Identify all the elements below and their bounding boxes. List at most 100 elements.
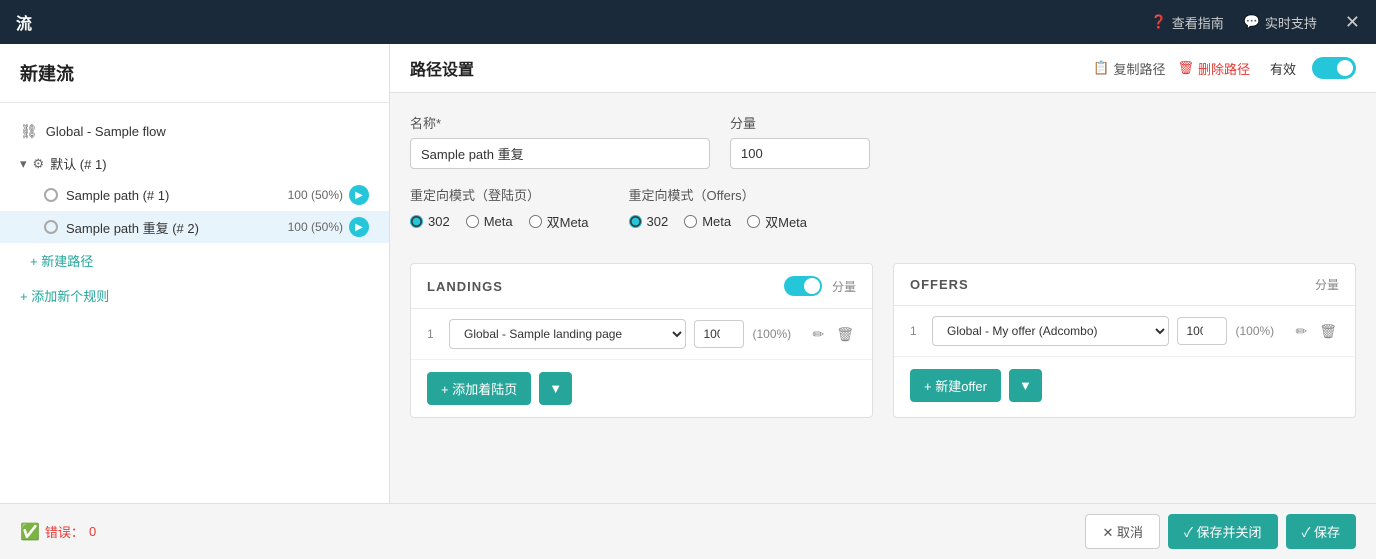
offers-delete-btn-1[interactable]: 🗑 — [1317, 321, 1339, 342]
offers-edit-btn-1[interactable]: ✏ — [1293, 321, 1309, 342]
save-close-button[interactable]: ✓ 保存并关闭 — [1168, 514, 1278, 549]
navbar: 流 ❓ 查看指南 💬 实时支持 ✕ — [0, 0, 1376, 44]
landings-delete-btn-1[interactable]: 🗑 — [834, 324, 856, 345]
delete-icon: 🗑 — [1177, 60, 1194, 76]
redirect-offers-title: 重定向模式（Offers） — [629, 185, 808, 204]
error-number: 0 — [89, 524, 96, 539]
form-top-row: 名称* 分量 — [410, 113, 1356, 169]
path-name-2: Sample path 重复 (# 2) — [66, 218, 288, 237]
offers-title: OFFERS — [910, 277, 1305, 292]
bottom-bar: ✅ 错误： 0 ✕ 取消 ✓ 保存并关闭 ✓ 保存 — [0, 503, 1376, 559]
sidebar: 新建流 ⛓ Global - Sample flow ▾ ⚙ 默认 (# 1) … — [0, 44, 390, 503]
rule-label: 默认 (# 1) — [50, 154, 106, 173]
content-header: 路径设置 📋 复制路径 🗑 删除路径 有效 — [390, 44, 1376, 93]
content: 路径设置 📋 复制路径 🗑 删除路径 有效 名称* — [390, 44, 1376, 503]
landings-panel: LANDINGS 分量 1 Global - Sample landing pa… — [410, 263, 873, 418]
panels-row: LANDINGS 分量 1 Global - Sample landing pa… — [410, 263, 1356, 418]
error-count: ✅ 错误： 0 — [20, 522, 1085, 542]
path-percent-2: 100 (50%) — [288, 220, 343, 234]
redirect-offers-doublemeta[interactable]: 双Meta — [747, 212, 807, 231]
redirect-pair: 重定向模式（登陆页） 302 Meta 双Meta 重 — [410, 185, 1356, 247]
close-button[interactable]: ✕ — [1345, 12, 1360, 33]
save-button[interactable]: ✓ 保存 — [1286, 514, 1357, 549]
add-offer-dropdown-icon: ▼ — [1019, 378, 1032, 393]
help-label: 查看指南 — [1172, 13, 1224, 32]
landings-row-num-1: 1 — [427, 327, 441, 341]
landings-title: LANDINGS — [427, 279, 774, 294]
play-btn-1[interactable]: ▶ — [349, 185, 369, 205]
main-layout: 新建流 ⛓ Global - Sample flow ▾ ⚙ 默认 (# 1) … — [0, 44, 1376, 503]
navbar-title: 流 — [16, 10, 1151, 34]
support-icon: 💬 — [1244, 14, 1260, 30]
weight-form-group: 分量 — [730, 113, 870, 169]
valid-label: 有效 — [1270, 59, 1296, 78]
path-item-2[interactable]: Sample path 重复 (# 2) 100 (50%) ▶ — [0, 211, 389, 243]
flow-item: ⛓ Global - Sample flow — [0, 115, 389, 148]
redirect-landing-title: 重定向模式（登陆页） — [410, 185, 589, 204]
support-label: 实时支持 — [1265, 13, 1317, 32]
redirect-landing-302[interactable]: 302 — [410, 214, 450, 229]
radio-1 — [44, 188, 58, 202]
weight-label: 分量 — [730, 113, 870, 132]
copy-path-button[interactable]: 📋 复制路径 — [1093, 59, 1165, 78]
offers-weight-1[interactable] — [1177, 317, 1227, 345]
radio-2 — [44, 220, 58, 234]
copy-icon: 📋 — [1093, 60, 1109, 76]
help-button[interactable]: ❓ 查看指南 — [1151, 13, 1224, 32]
add-path-button[interactable]: + 新建路径 — [0, 243, 389, 278]
add-landing-label: + 添加着陆页 — [441, 379, 517, 398]
add-offer-button[interactable]: + 新建offer — [910, 369, 1001, 402]
redirect-landing-doublemeta[interactable]: 双Meta — [529, 212, 589, 231]
add-landing-dropdown-icon: ▼ — [549, 381, 562, 396]
name-form-group: 名称* — [410, 113, 710, 169]
delete-label: 删除路径 — [1198, 59, 1250, 78]
copy-label: 复制路径 — [1113, 59, 1165, 78]
offers-percent-1: (100%) — [1235, 324, 1285, 338]
help-icon: ❓ — [1151, 14, 1167, 30]
valid-toggle[interactable] — [1312, 57, 1356, 79]
add-landing-dropdown-button[interactable]: ▼ — [539, 372, 572, 405]
landings-toggle[interactable] — [784, 276, 822, 296]
landings-panel-header: LANDINGS 分量 — [411, 264, 872, 309]
rule-header[interactable]: ▾ ⚙ 默认 (# 1) — [0, 148, 389, 179]
navbar-actions: ❓ 查看指南 💬 实时支持 ✕ — [1151, 12, 1361, 33]
flow-icon: ⛓ — [20, 123, 38, 140]
landings-weight-1[interactable] — [694, 320, 744, 348]
add-offer-dropdown-button[interactable]: ▼ — [1009, 369, 1042, 402]
bottom-actions: ✕ 取消 ✓ 保存并关闭 ✓ 保存 — [1085, 514, 1356, 549]
support-button[interactable]: 💬 实时支持 — [1244, 13, 1317, 32]
redirect-offers-section: 重定向模式（Offers） 302 Meta 双Meta — [629, 185, 808, 231]
landings-weight-label: 分量 — [832, 278, 856, 295]
path-item-1[interactable]: Sample path (# 1) 100 (50%) ▶ — [0, 179, 389, 211]
landings-select-1[interactable]: Global - Sample landing page — [449, 319, 686, 349]
name-input[interactable] — [410, 138, 710, 169]
add-landing-button[interactable]: + 添加着陆页 — [427, 372, 531, 405]
landings-row-1: 1 Global - Sample landing page (100%) ✏ … — [411, 309, 872, 360]
delete-path-button[interactable]: 🗑 删除路径 — [1177, 59, 1250, 78]
weight-input[interactable] — [730, 138, 870, 169]
offers-row-num-1: 1 — [910, 324, 924, 338]
landings-edit-btn-1[interactable]: ✏ — [810, 324, 826, 345]
path-percent-1: 100 (50%) — [288, 188, 343, 202]
flow-name: Global - Sample flow — [46, 124, 166, 139]
redirect-offers-302[interactable]: 302 — [629, 214, 669, 229]
rule-group: ▾ ⚙ 默认 (# 1) Sample path (# 1) 100 (50%)… — [0, 148, 389, 278]
redirect-offers-meta[interactable]: Meta — [684, 214, 731, 229]
add-offer-label: + 新建offer — [924, 376, 987, 395]
cancel-button[interactable]: ✕ 取消 — [1085, 514, 1160, 549]
add-rule-button[interactable]: + 添加新个规则 — [0, 278, 389, 313]
redirect-landing-meta[interactable]: Meta — [466, 214, 513, 229]
redirect-landing-section: 重定向模式（登陆页） 302 Meta 双Meta — [410, 185, 589, 231]
content-body: 名称* 分量 重定向模式（登陆页） 302 — [390, 93, 1376, 503]
content-actions: 📋 复制路径 🗑 删除路径 有效 — [1093, 57, 1356, 79]
redirect-offers-radio-group: 302 Meta 双Meta — [629, 212, 808, 231]
sidebar-body: ⛓ Global - Sample flow ▾ ⚙ 默认 (# 1) Samp… — [0, 103, 389, 325]
error-label: 错误： — [45, 522, 84, 541]
play-btn-2[interactable]: ▶ — [349, 217, 369, 237]
redirect-landing-radio-group: 302 Meta 双Meta — [410, 212, 589, 231]
landings-footer: + 添加着陆页 ▼ — [411, 360, 872, 417]
path-name-1: Sample path (# 1) — [66, 188, 288, 203]
landings-percent-1: (100%) — [752, 327, 802, 341]
offers-select-1[interactable]: Global - My offer (Adcombo) — [932, 316, 1169, 346]
arrow-icon: ▾ — [20, 156, 27, 172]
